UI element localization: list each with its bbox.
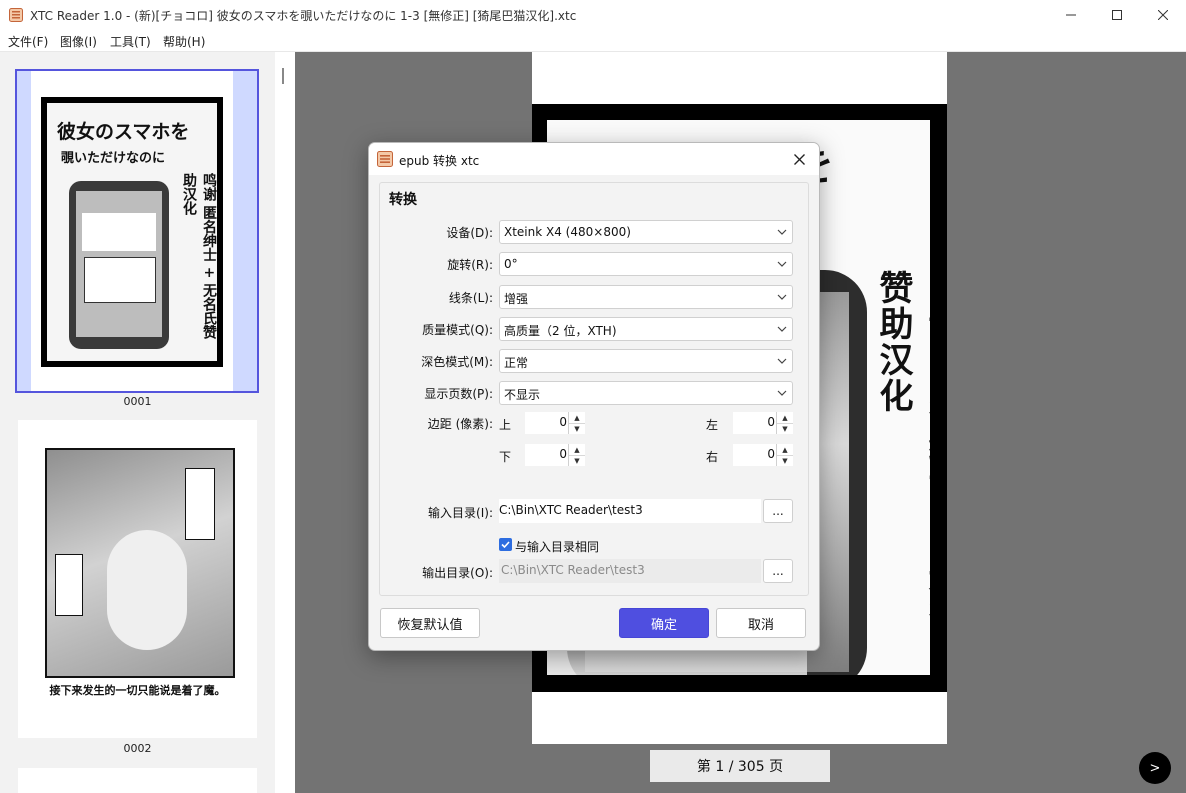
page-number-value: 不显示 <box>504 388 541 402</box>
group-title: 转换 <box>389 192 417 208</box>
thumbnail-label: 0001 <box>123 395 152 408</box>
page-credit: 鸣谢 匿名绅士 + 无名氏赞助汉化 <box>873 270 930 666</box>
chevron-down-icon <box>777 261 787 267</box>
spin-down-icon[interactable]: ▼ <box>777 423 793 434</box>
quality-value: 高质量（2 位，XTH) <box>504 324 617 338</box>
chevron-down-icon <box>777 229 787 235</box>
close-icon <box>793 153 805 165</box>
page-number-label: 显示页数(P): <box>424 387 493 401</box>
margin-right-value: 0 <box>767 447 775 461</box>
device-label: 设备(D): <box>446 226 493 240</box>
thumbnail-credit: 鸣谢 匿名绅士 + 无名氏赞助汉化 <box>181 173 217 340</box>
app-icon <box>9 8 23 22</box>
spin-buttons: ▲ ▼ <box>568 412 585 434</box>
thumbnail-0001[interactable]: 彼女のスマホを 覗いただけなのに 鸣谢 匿名绅士 + 无名氏赞助汉化 <box>15 69 259 393</box>
maximize-icon <box>1112 10 1122 20</box>
maximize-button[interactable] <box>1094 0 1140 30</box>
title-bar: XTC Reader 1.0 - (新)[チョコロ] 彼女のスマホを覗いただけな… <box>0 0 1186 30</box>
lines-value: 增强 <box>504 292 529 306</box>
spin-buttons: ▲ ▼ <box>776 412 793 434</box>
margin-right-label: 右 <box>706 450 719 464</box>
output-dir-label: 输出目录(O): <box>422 566 493 580</box>
spin-buttons: ▲ ▼ <box>568 444 585 466</box>
thumbnail-page2-art <box>45 448 235 678</box>
dialog-title: epub 转换 xtc <box>399 154 480 168</box>
same-as-input-checkbox[interactable] <box>499 538 512 551</box>
minimize-icon <box>1066 14 1076 16</box>
input-dir-value: C:\Bin\XTC Reader\test3 <box>499 503 643 517</box>
spin-down-icon[interactable]: ▼ <box>777 455 793 466</box>
thumbnail-0002[interactable]: 接下来发生的一切只能说是着了魔。 <box>18 420 257 738</box>
dark-mode-label: 深色模式(M): <box>421 355 493 369</box>
thumbnail-title-line2: 覗いただけなのに <box>61 151 166 166</box>
menu-tools[interactable]: 工具(T) <box>110 33 151 50</box>
quality-label: 质量模式(Q): <box>422 323 493 337</box>
spin-down-icon[interactable]: ▼ <box>569 455 585 466</box>
cancel-button[interactable]: 取消 <box>716 608 806 638</box>
page-number-select[interactable]: 不显示 <box>499 381 793 405</box>
quality-select[interactable]: 高质量（2 位，XTH) <box>499 317 793 341</box>
output-dir-browse-button[interactable]: ... <box>763 559 793 583</box>
restore-defaults-button[interactable]: 恢复默认值 <box>380 608 480 638</box>
thumbnail-page2-caption: 接下来发生的一切只能说是着了魔。 <box>49 684 226 697</box>
input-dir-label: 输入目录(I): <box>428 506 493 520</box>
rotate-value: 0° <box>504 257 518 271</box>
next-page-button[interactable]: > <box>1139 752 1171 784</box>
rotate-select[interactable]: 0° <box>499 252 793 276</box>
dark-mode-select[interactable]: 正常 <box>499 349 793 373</box>
thumbnail-cover-art: 彼女のスマホを 覗いただけなのに 鸣谢 匿名绅士 + 无名氏赞助汉化 <box>47 103 217 361</box>
chevron-down-icon <box>777 358 787 364</box>
minimize-button[interactable] <box>1048 0 1094 30</box>
device-value: Xteink X4 (480×800) <box>504 225 631 239</box>
margin-bottom-spinbox[interactable]: 0 ▲ ▼ <box>525 444 585 466</box>
window-title: XTC Reader 1.0 - (新)[チョコロ] 彼女のスマホを覗いただけな… <box>30 9 577 23</box>
menu-bar: 文件(F) 图像(I) 工具(T) 帮助(H) <box>0 30 1186 52</box>
chevron-down-icon <box>777 294 787 300</box>
lines-select[interactable]: 增强 <box>499 285 793 309</box>
app-icon <box>377 151 393 167</box>
rotate-label: 旋转(R): <box>447 258 493 272</box>
dialog-close-button[interactable] <box>787 148 811 170</box>
output-dir-value: C:\Bin\XTC Reader\test3 <box>501 563 645 577</box>
same-as-input-label[interactable]: 与输入目录相同 <box>515 538 599 555</box>
input-dir-field[interactable]: C:\Bin\XTC Reader\test3 <box>499 499 761 523</box>
menu-image[interactable]: 图像(I) <box>60 33 97 50</box>
input-dir-browse-button[interactable]: ... <box>763 499 793 523</box>
scrollbar-handle[interactable] <box>282 68 284 84</box>
menu-file[interactable]: 文件(F) <box>8 33 48 50</box>
chevron-down-icon <box>777 326 787 332</box>
close-window-button[interactable] <box>1140 0 1186 30</box>
checkmark-icon <box>501 541 510 549</box>
dialog-title-bar: epub 转换 xtc <box>369 143 819 175</box>
output-dir-field: C:\Bin\XTC Reader\test3 <box>499 559 761 583</box>
margin-right-spinbox[interactable]: 0 ▲ ▼ <box>733 444 793 466</box>
margin-left-spinbox[interactable]: 0 ▲ ▼ <box>733 412 793 434</box>
margin-left-value: 0 <box>767 415 775 429</box>
spin-buttons: ▲ ▼ <box>776 444 793 466</box>
thumbnail-title-line1: 彼女のスマホを <box>57 121 190 143</box>
margin-label: 边距 (像素): <box>427 417 493 431</box>
sidebar-scrollbar[interactable] <box>275 52 295 793</box>
device-select[interactable]: Xteink X4 (480×800) <box>499 220 793 244</box>
margin-top-label: 上 <box>499 418 512 432</box>
margin-top-spinbox[interactable]: 0 ▲ ▼ <box>525 412 585 434</box>
epub-convert-dialog: epub 转换 xtc 转换 设备(D): Xteink X4 (480×800… <box>368 142 820 651</box>
thumbnail-label: 0002 <box>123 742 152 755</box>
page-indicator: 第 1 / 305 页 <box>650 750 830 782</box>
close-icon <box>1158 10 1168 20</box>
margin-left-label: 左 <box>706 418 719 432</box>
margin-bottom-label: 下 <box>499 450 512 464</box>
margin-top-value: 0 <box>559 415 567 429</box>
margin-bottom-value: 0 <box>559 447 567 461</box>
menu-help[interactable]: 帮助(H) <box>163 33 205 50</box>
chevron-down-icon <box>777 390 787 396</box>
dark-mode-value: 正常 <box>504 356 529 370</box>
lines-label: 线条(L): <box>448 291 493 305</box>
thumbnail-sidebar[interactable]: 彼女のスマホを 覗いただけなのに 鸣谢 匿名绅士 + 无名氏赞助汉化 0001 <box>0 52 275 793</box>
spin-down-icon[interactable]: ▼ <box>569 423 585 434</box>
thumbnail-0003[interactable] <box>18 768 257 793</box>
ok-button[interactable]: 确定 <box>619 608 709 638</box>
